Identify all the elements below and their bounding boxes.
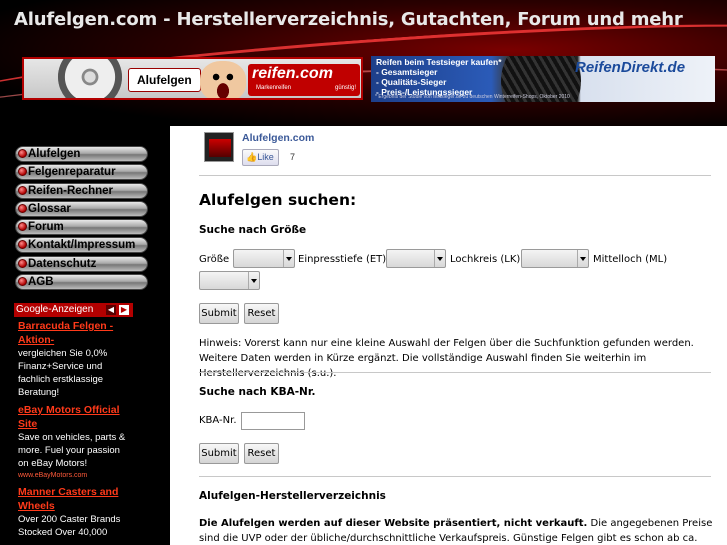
facebook-like-button[interactable]: 👍Like — [242, 149, 279, 166]
mittelloch-label: Mittelloch (ML) — [593, 254, 668, 265]
reifen-com-subtext: Markenreifen — [256, 85, 292, 91]
groesse-label: Größe — [199, 254, 230, 265]
divider — [199, 175, 711, 176]
banner-claim-line: - Qualitäts-Sieger — [376, 77, 447, 87]
nav-item-label: Glossar — [28, 202, 71, 215]
nav-item-kontakt-impressum[interactable]: Kontakt/Impressum — [15, 237, 148, 254]
divider — [199, 372, 711, 373]
bullet-icon — [18, 277, 27, 287]
nav-item-felgenreparatur[interactable]: Felgenreparatur — [15, 164, 148, 181]
bullet-icon — [18, 240, 27, 250]
einpresstiefe-select[interactable] — [386, 249, 446, 268]
size-reset-button[interactable]: Reset — [244, 303, 279, 324]
ad-title-link[interactable]: eBay Motors Official Site — [18, 403, 129, 431]
search-hint: Hinweis: Vorerst kann nur eine kleine Au… — [199, 338, 694, 379]
ads-header: Google-Anzeigen ◀ ▶ — [14, 303, 133, 317]
bullet-icon — [18, 167, 27, 177]
chevron-down-icon — [577, 250, 588, 267]
bullet-icon — [18, 185, 27, 195]
nav-item-alufelgen[interactable]: Alufelgen — [15, 146, 148, 162]
kba-input[interactable] — [241, 412, 305, 430]
reifen-com-subtext-2: günstig! — [334, 85, 356, 91]
ad-item: Manner Casters and Wheels Over 200 Caste… — [14, 483, 133, 541]
bullet-icon — [18, 258, 27, 268]
nav-item-datenschutz[interactable]: Datenschutz — [15, 255, 148, 272]
ad-title-link[interactable]: Manner Casters and Wheels — [18, 485, 129, 513]
reifen-com-logo: reifen.com Markenreifen günstig! — [248, 64, 360, 96]
ad-description: Over 200 Caster Brands Stocked Over 40,0… — [18, 514, 121, 538]
like-count: 7 — [290, 152, 296, 162]
nav-item-label: Kontakt/Impressum — [28, 239, 136, 252]
nav-item-label: Datenschutz — [28, 257, 97, 270]
banner-claims: Reifen beim Testsieger kaufen* - Gesamts… — [376, 57, 502, 97]
nav-item-forum[interactable]: Forum — [15, 219, 148, 236]
ads-header-label: Google-Anzeigen — [16, 303, 93, 317]
kba-search-heading: Suche nach KBA-Nr. — [199, 386, 316, 398]
main-content: Alufelgen.com 👍Like 7 Alufelgen suchen: … — [170, 126, 727, 545]
kba-label: KBA-Nr. — [199, 415, 237, 426]
site-title: Alufelgen.com - Herstellerverzeichnis, G… — [14, 9, 683, 30]
ad-title-link[interactable]: Barracuda Felgen - Aktion- — [18, 319, 129, 347]
nav-item-label: Alufelgen — [28, 148, 81, 160]
facebook-page-name[interactable]: Alufelgen.com — [242, 132, 314, 144]
site-header: Alufelgen.com - Herstellerverzeichnis, G… — [0, 0, 727, 126]
chevron-down-icon — [248, 272, 259, 289]
groesse-select[interactable] — [233, 249, 295, 268]
ads-next-icon[interactable]: ▶ — [119, 305, 129, 315]
directory-intro-bold: Die Alufelgen werden auf dieser Website … — [199, 518, 588, 529]
banner-fineprint: * Ergebnis der Studie von testsieger.de … — [375, 94, 570, 100]
ad-description: vergleichen Sie 0,0% Finanz+Service und … — [18, 348, 108, 398]
size-search-heading: Suche nach Größe — [199, 224, 307, 236]
einpresstiefe-label: Einpresstiefe (ET) — [298, 254, 387, 265]
ad-item: Barracuda Felgen - Aktion- vergleichen S… — [14, 317, 133, 401]
ads-label: -Anzeigen — [48, 304, 94, 315]
chevron-down-icon — [434, 250, 445, 267]
kba-submit-button[interactable]: Submit — [199, 443, 239, 464]
directory-heading: Alufelgen-Herstellerverzeichnis — [199, 490, 386, 502]
nav-item-reifen-rechner[interactable]: Reifen-Rechner — [15, 182, 148, 199]
thumbs-up-icon: 👍 — [246, 152, 258, 162]
bullet-icon — [18, 149, 27, 158]
nav-item-glossar[interactable]: Glossar — [15, 200, 148, 217]
ad-item: eBay Motors Official Site Save on vehicl… — [14, 401, 133, 483]
ads-prev-icon[interactable]: ◀ — [106, 305, 116, 315]
bullet-icon — [18, 203, 27, 213]
page-title: Alufelgen suchen: — [199, 191, 357, 209]
kba-reset-button[interactable]: Reset — [244, 443, 279, 464]
size-submit-button[interactable]: Submit — [199, 303, 239, 324]
banner-claim-line: - Gesamtsieger — [376, 67, 438, 77]
lochkreis-select[interactable] — [521, 249, 589, 268]
lochkreis-label: Lochkreis (LK) — [450, 254, 521, 265]
facebook-page-thumbnail[interactable] — [204, 132, 234, 162]
ad-url[interactable]: www.eBayMotors.com — [18, 470, 129, 481]
banner-reifendirekt[interactable]: Reifen beim Testsieger kaufen* - Gesamts… — [371, 56, 715, 102]
mascot-face-image — [200, 61, 246, 98]
chevron-down-icon — [283, 250, 294, 267]
banner-claim-line: Reifen beim Testsieger kaufen* — [376, 57, 502, 67]
alufelgen-logo: Alufelgen — [128, 68, 201, 92]
nav-item-agb[interactable]: AGB — [15, 274, 148, 291]
like-label: Like — [257, 152, 274, 162]
google-ads-box: Google-Anzeigen ◀ ▶ Barracuda Felgen - A… — [14, 303, 133, 545]
divider — [199, 476, 711, 477]
google-logo: Google — [16, 304, 49, 315]
sidebar-nav: Alufelgen Felgenreparatur Reifen-Rechner… — [15, 146, 148, 292]
nav-item-label: Felgenreparatur — [28, 166, 116, 179]
nav-item-label: Forum — [28, 221, 64, 234]
directory-intro: Die Alufelgen werden auf dieser Website … — [199, 516, 714, 545]
mittelloch-select[interactable] — [199, 271, 260, 290]
alloy-wheel-image — [58, 59, 122, 98]
reifendirekt-logo: ReifenDirekt.de — [575, 59, 686, 76]
nav-item-label: Reifen-Rechner — [28, 184, 113, 197]
ad-description: Save on vehicles, parts & more. Fuel you… — [18, 432, 126, 469]
banner-reifen-com[interactable]: Alufelgen reifen.com Markenreifen günsti… — [22, 57, 363, 100]
reifen-com-logo-text: reifen.com — [252, 65, 333, 82]
nav-item-label: AGB — [28, 276, 54, 289]
bullet-icon — [18, 222, 27, 232]
